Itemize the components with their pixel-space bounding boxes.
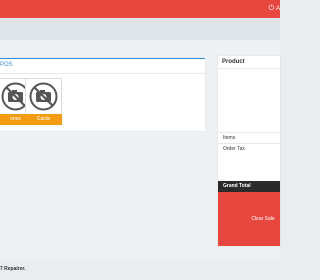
order-tax-label: Order Tax — [223, 146, 245, 152]
pos-panel-title: POS — [0, 62, 13, 68]
footer-text: 7 Repairer. — [0, 266, 26, 272]
cart-order-tax-row: Order Tax — [218, 143, 280, 154]
cart-panel: Product Items Order Tax Grand Total Clea… — [218, 56, 280, 246]
no-image-icon — [29, 82, 58, 111]
user-label[interactable]: A — [276, 4, 280, 14]
category-tile-cards[interactable]: Cards — [25, 78, 62, 125]
sub-header-bar — [0, 18, 280, 40]
divider — [218, 68, 280, 69]
divider — [0, 73, 205, 74]
cart-items-row: Items — [218, 132, 280, 143]
grand-total-row: Grand Total — [218, 181, 280, 192]
grand-total-label: Grand Total — [223, 183, 251, 189]
power-icon[interactable]: ⏻ — [268, 4, 274, 14]
items-label: Items — [223, 135, 236, 141]
category-tile-label: Cards — [25, 114, 62, 125]
cart-product-header: Product — [222, 59, 245, 65]
user-menu[interactable]: ⏻ A — [268, 4, 280, 14]
top-navbar: ⏻ A — [0, 0, 280, 18]
pos-category-panel: POS ones Cards — [0, 58, 205, 131]
clear-sale-button[interactable]: Clear Sale — [218, 192, 280, 246]
clear-sale-label: Clear Sale — [251, 216, 275, 222]
